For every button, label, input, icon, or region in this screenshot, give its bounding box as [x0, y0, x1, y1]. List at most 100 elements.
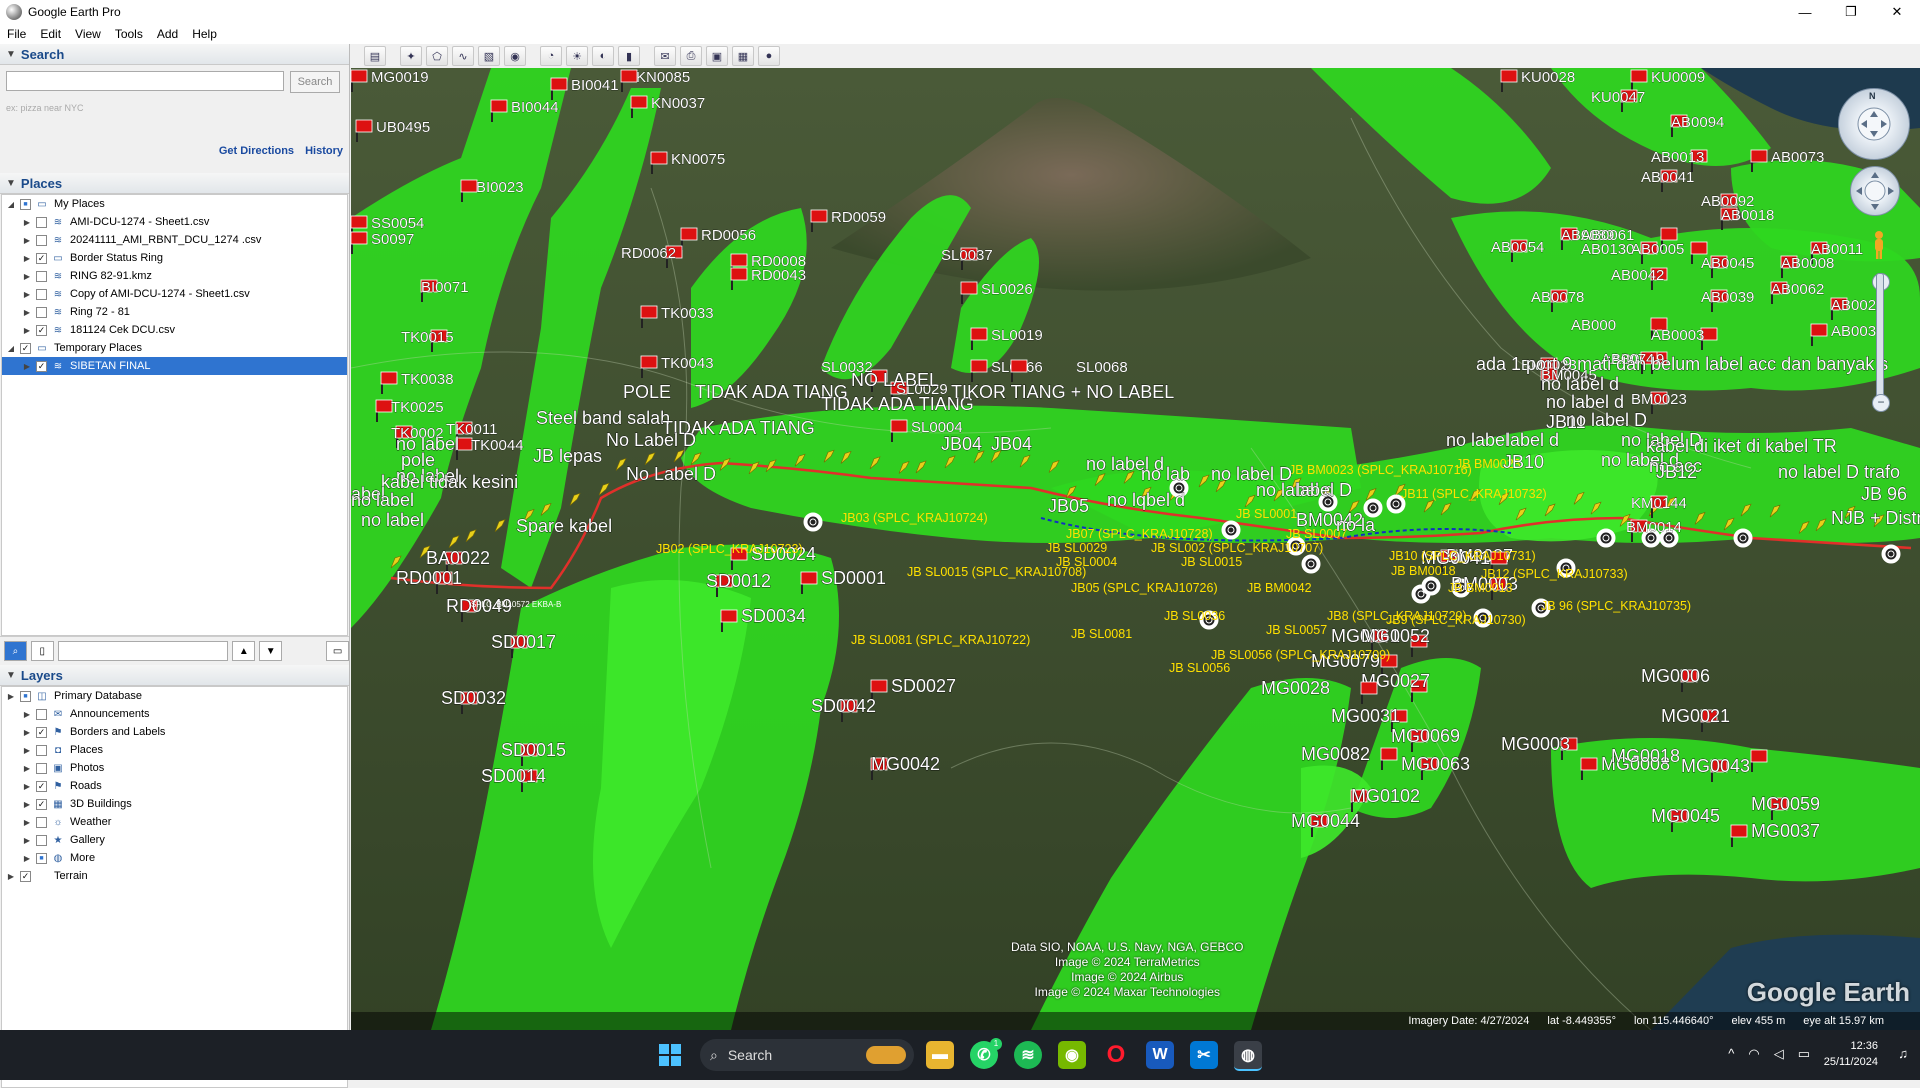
minimize-button[interactable]: — — [1782, 0, 1828, 24]
places-item-checkbox[interactable]: ✓ — [36, 324, 47, 336]
expand-arrow-icon[interactable]: ▶ — [22, 836, 32, 845]
layers-item-row[interactable]: ▶ ✓ Terrain — [2, 867, 347, 885]
places-item-checkbox[interactable] — [36, 306, 47, 318]
expand-arrow-icon[interactable]: ◢ — [6, 200, 16, 209]
places-item-checkbox[interactable]: ✓ — [20, 342, 31, 354]
expand-arrow-icon[interactable]: ▶ — [22, 818, 32, 827]
nvidia-icon[interactable]: ◉ — [1058, 1041, 1086, 1069]
wifi-icon[interactable]: ◠ — [1748, 1046, 1759, 1062]
expand-arrow-icon[interactable]: ▶ — [22, 362, 32, 371]
google-earth-taskbar-icon[interactable]: ◍ — [1234, 1041, 1262, 1071]
email-button[interactable]: ✉ — [654, 46, 676, 66]
history-link[interactable]: History — [305, 145, 343, 157]
hide-sidebar-button[interactable]: ▤ — [364, 46, 386, 66]
move-down-button[interactable]: ▼ — [259, 641, 283, 661]
expand-arrow-icon[interactable]: ▶ — [22, 218, 32, 227]
expand-arrow-icon[interactable]: ▶ — [6, 872, 16, 881]
toggle-panel-button[interactable]: ▯ — [30, 641, 54, 661]
layers-item-row[interactable]: ▶ ✓ ⚑ Borders and Labels — [2, 723, 347, 741]
places-item-row[interactable]: ▶ ≋ 20241111_AMI_RBNT_DCU_1274 .csv — [2, 231, 347, 249]
search-panel-header[interactable]: ▼ Search — [0, 44, 349, 65]
historical-imagery-button[interactable]: ◔ — [540, 46, 562, 66]
junction-box-marker[interactable] — [1733, 528, 1753, 548]
layers-item-checkbox[interactable] — [36, 744, 47, 756]
layers-item-row[interactable]: ▶ ■ ◍ More — [2, 849, 347, 867]
places-item-row[interactable]: ▶ ✓ ▭ Border Status Ring — [2, 249, 347, 267]
places-item-checkbox[interactable] — [36, 270, 47, 282]
get-directions-link[interactable]: Get Directions — [219, 145, 294, 157]
junction-box-marker[interactable] — [1881, 544, 1901, 564]
expand-arrow-icon[interactable]: ▶ — [22, 710, 32, 719]
word-icon[interactable]: W — [1146, 1041, 1174, 1069]
layers-panel-header[interactable]: ▼ Layers — [0, 665, 349, 686]
places-filter-input[interactable] — [57, 641, 229, 661]
junction-box-marker[interactable] — [1221, 520, 1241, 540]
layers-item-row[interactable]: ▶ ★ Gallery — [2, 831, 347, 849]
expand-arrow-icon[interactable]: ▶ — [22, 326, 32, 335]
add-polygon-button[interactable]: ⬠ — [426, 46, 448, 66]
view-in-maps-button[interactable]: ▦ — [732, 46, 754, 66]
places-item-row[interactable]: ▶ ✓ ≋ SIBETAN FINAL — [2, 357, 347, 375]
layers-item-checkbox[interactable]: ■ — [36, 852, 47, 864]
layers-item-checkbox[interactable] — [36, 816, 47, 828]
expand-arrow-icon[interactable]: ◢ — [6, 344, 16, 353]
expand-arrow-icon[interactable]: ▶ — [22, 272, 32, 281]
junction-box-marker[interactable] — [1596, 528, 1616, 548]
menu-help[interactable]: Help — [185, 27, 224, 41]
search-places-button[interactable]: ⌕ — [4, 641, 27, 661]
record-tour-button[interactable]: ◉ — [504, 46, 526, 66]
layers-item-checkbox[interactable]: ✓ — [36, 726, 47, 738]
layers-item-row[interactable]: ▶ ✓ ▦ 3D Buildings — [2, 795, 347, 813]
layers-item-row[interactable]: ▶ ✉ Announcements — [2, 705, 347, 723]
layers-item-checkbox[interactable]: ✓ — [36, 798, 47, 810]
places-panel-header[interactable]: ▼ Places — [0, 173, 349, 194]
places-item-checkbox[interactable]: ✓ — [36, 252, 47, 264]
junction-box-marker[interactable] — [1421, 576, 1441, 596]
taskbar-search[interactable]: ⌕ Search — [700, 1039, 914, 1071]
expand-arrow-icon[interactable]: ▶ — [22, 800, 32, 809]
places-item-checkbox[interactable] — [36, 288, 47, 300]
expand-arrow-icon[interactable]: ▶ — [22, 746, 32, 755]
battery-icon[interactable]: ▭ — [1798, 1046, 1810, 1062]
chevron-up-icon[interactable]: ^ — [1728, 1046, 1734, 1062]
layers-item-checkbox[interactable] — [36, 708, 47, 720]
start-button[interactable] — [656, 1041, 684, 1069]
ruler-button[interactable]: ▮ — [618, 46, 640, 66]
layers-item-checkbox[interactable] — [36, 834, 47, 846]
expand-arrow-icon[interactable]: ▶ — [22, 290, 32, 299]
sunlight-button[interactable]: ☀ — [566, 46, 588, 66]
menu-file[interactable]: File — [0, 27, 33, 41]
zoom-slider[interactable] — [1876, 273, 1884, 407]
snipping-tool-icon[interactable]: ✂ — [1190, 1041, 1218, 1069]
maximize-button[interactable]: ❐ — [1828, 0, 1874, 24]
layers-item-checkbox[interactable]: ■ — [20, 690, 31, 702]
places-item-row[interactable]: ▶ ≋ RING 82-91.kmz — [2, 267, 347, 285]
places-item-row[interactable]: ▶ ≋ AMI-DCU-1274 - Sheet1.csv — [2, 213, 347, 231]
expand-arrow-icon[interactable]: ▶ — [22, 782, 32, 791]
search-input[interactable] — [6, 71, 284, 91]
expand-arrow-icon[interactable]: ▶ — [6, 692, 16, 701]
spotify-icon[interactable]: ≋ — [1014, 1041, 1042, 1069]
opera-icon[interactable]: O — [1102, 1041, 1130, 1069]
places-item-checkbox[interactable]: ✓ — [36, 360, 47, 372]
notification-bell-icon[interactable]: ♫ — [1898, 1046, 1908, 1061]
clock[interactable]: 12:36 25/11/2024 — [1824, 1038, 1878, 1070]
junction-box-marker[interactable] — [803, 512, 823, 532]
expand-arrow-icon[interactable]: ▶ — [22, 764, 32, 773]
search-button[interactable]: Search — [290, 71, 340, 93]
earth-globe-button[interactable]: ● — [758, 46, 780, 66]
move-up-button[interactable]: ▲ — [232, 641, 256, 661]
planets-button[interactable]: ◐ — [592, 46, 614, 66]
places-item-checkbox[interactable]: ■ — [20, 198, 31, 210]
layers-item-row[interactable]: ▶ ■ ◫ Primary Database — [2, 687, 347, 705]
expand-arrow-icon[interactable]: ▶ — [22, 254, 32, 263]
add-image-overlay-button[interactable]: ▧ — [478, 46, 500, 66]
layers-item-row[interactable]: ▶ ✓ ⚑ Roads — [2, 777, 347, 795]
close-button[interactable]: ✕ — [1874, 0, 1920, 24]
expand-arrow-icon[interactable]: ▶ — [22, 308, 32, 317]
junction-box-marker[interactable] — [1301, 554, 1321, 574]
save-image-button[interactable]: ▣ — [706, 46, 728, 66]
menu-tools[interactable]: Tools — [108, 27, 150, 41]
layers-item-row[interactable]: ▶ ◘ Places — [2, 741, 347, 759]
add-path-button[interactable]: ∿ — [452, 46, 474, 66]
